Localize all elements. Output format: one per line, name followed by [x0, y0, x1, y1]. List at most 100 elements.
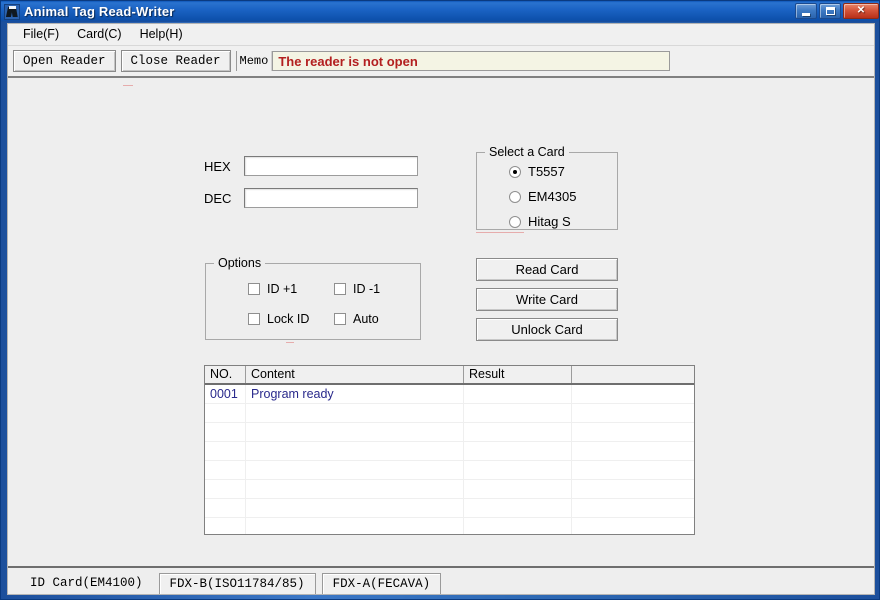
cell-empty: [205, 423, 246, 441]
cell-empty: [464, 480, 572, 498]
dec-input[interactable]: [244, 188, 418, 208]
minimize-button[interactable]: [795, 3, 817, 19]
table-row[interactable]: [205, 480, 694, 499]
close-icon: ✕: [856, 5, 866, 16]
cell-empty: [246, 499, 464, 517]
radio-t5557[interactable]: T5557: [509, 164, 565, 179]
checkbox-id-minus-1-label: ID -1: [353, 282, 381, 296]
unlock-card-button[interactable]: Unlock Card: [476, 318, 618, 341]
cell-empty: [464, 423, 572, 441]
select-card-title: Select a Card: [485, 145, 569, 159]
main-panel: HEX DEC Select a Card T5557 EM4305 Hitag…: [8, 80, 874, 566]
cell-empty: [572, 442, 694, 460]
column-header-result[interactable]: Result: [464, 366, 572, 383]
table-row[interactable]: [205, 499, 694, 518]
cell-empty: [572, 480, 694, 498]
tab-fdx-b[interactable]: FDX-B(ISO11784/85): [158, 573, 316, 594]
menu-item-card[interactable]: Card(C): [68, 25, 130, 44]
capture-artifact: [286, 342, 294, 343]
cell-empty: [464, 518, 572, 534]
application-window: Animal Tag Read-Writer ✕ File(F) Card(C)…: [0, 0, 880, 600]
menu-item-file[interactable]: File(F): [14, 25, 68, 44]
capture-artifact: [476, 232, 524, 233]
cell-empty: [572, 518, 694, 534]
checkbox-lock-id-icon: [248, 313, 260, 325]
cell-empty: [205, 442, 246, 460]
cell-empty: [205, 499, 246, 517]
read-card-button[interactable]: Read Card: [476, 258, 618, 281]
cell-extra: [572, 385, 694, 403]
cell-empty: [205, 480, 246, 498]
cell-empty: [205, 518, 246, 534]
checkbox-auto-icon: [334, 313, 346, 325]
radio-hitag-s[interactable]: Hitag S: [509, 214, 571, 229]
dec-label: DEC: [204, 190, 232, 206]
maximize-button[interactable]: [819, 3, 841, 19]
cell-empty: [572, 404, 694, 422]
radio-hitag-s-icon: [509, 215, 521, 228]
table-row[interactable]: [205, 442, 694, 461]
log-table[interactable]: NO. Content Result 0001 Program ready: [204, 365, 695, 535]
radio-t5557-icon: [509, 165, 521, 178]
menu-bar: File(F) Card(C) Help(H): [8, 24, 874, 46]
cell-empty: [246, 442, 464, 460]
column-header-no[interactable]: NO.: [205, 366, 246, 383]
maximize-icon: [825, 7, 835, 15]
table-empty-rows: [205, 404, 694, 534]
cell-empty: [572, 423, 694, 441]
cell-empty: [246, 404, 464, 422]
cell-empty: [246, 480, 464, 498]
cell-empty: [205, 461, 246, 479]
options-title: Options: [214, 256, 266, 270]
window-controls: ✕: [795, 3, 879, 19]
checkbox-lock-id[interactable]: Lock ID: [248, 312, 309, 326]
toolbar: Open Reader Close Reader Memo The reader…: [8, 46, 874, 78]
menu-item-help[interactable]: Help(H): [131, 25, 192, 44]
write-card-button[interactable]: Write Card: [476, 288, 618, 311]
table-row[interactable]: [205, 404, 694, 423]
radio-em4305-label: EM4305: [528, 189, 577, 204]
table-row[interactable]: [205, 518, 694, 534]
close-button[interactable]: ✕: [843, 3, 879, 19]
table-row[interactable]: [205, 461, 694, 480]
title-bar: Animal Tag Read-Writer ✕: [1, 1, 879, 22]
close-reader-button[interactable]: Close Reader: [120, 50, 231, 72]
table-row[interactable]: [205, 423, 694, 442]
cell-empty: [464, 442, 572, 460]
radio-em4305[interactable]: EM4305: [509, 189, 576, 204]
tab-strip: ID Card(EM4100) FDX-B(ISO11784/85) FDX-A…: [8, 568, 874, 594]
checkbox-auto-label: Auto: [353, 312, 379, 326]
capture-artifact: [123, 85, 133, 86]
radio-t5557-label: T5557: [528, 164, 565, 179]
tab-id-card-em4100[interactable]: ID Card(EM4100): [26, 572, 153, 594]
checkbox-id-minus-1[interactable]: ID -1: [334, 282, 380, 296]
checkbox-id-plus-1-icon: [248, 283, 260, 295]
minimize-icon: [802, 12, 810, 16]
cell-no: 0001: [205, 385, 246, 403]
hex-label: HEX: [204, 158, 231, 174]
cell-empty: [464, 404, 572, 422]
column-header-extra[interactable]: [572, 366, 694, 383]
open-reader-button[interactable]: Open Reader: [13, 50, 116, 72]
hex-field-row: HEX: [204, 156, 418, 176]
checkbox-id-plus-1-label: ID +1: [267, 282, 298, 296]
cell-empty: [246, 461, 464, 479]
cell-empty: [246, 423, 464, 441]
table-row[interactable]: 0001 Program ready: [205, 385, 694, 404]
dec-field-row: DEC: [204, 188, 418, 208]
memo-status-field: The reader is not open: [272, 51, 671, 71]
cell-content: Program ready: [246, 385, 464, 403]
checkbox-id-minus-1-icon: [334, 283, 346, 295]
column-header-content[interactable]: Content: [246, 366, 464, 383]
memo-label: Memo: [235, 51, 273, 71]
options-groupbox: Options ID +1 ID -1 Lock ID Auto: [205, 256, 421, 340]
cell-empty: [572, 461, 694, 479]
cell-result: [464, 385, 572, 403]
tab-fdx-a[interactable]: FDX-A(FECAVA): [321, 573, 442, 594]
hex-input[interactable]: [244, 156, 418, 176]
table-header-row: NO. Content Result: [205, 366, 694, 385]
checkbox-auto[interactable]: Auto: [334, 312, 379, 326]
checkbox-id-plus-1[interactable]: ID +1: [248, 282, 297, 296]
animal-app-icon: [4, 3, 20, 20]
select-card-groupbox: Select a Card T5557 EM4305 Hitag S: [476, 145, 618, 230]
